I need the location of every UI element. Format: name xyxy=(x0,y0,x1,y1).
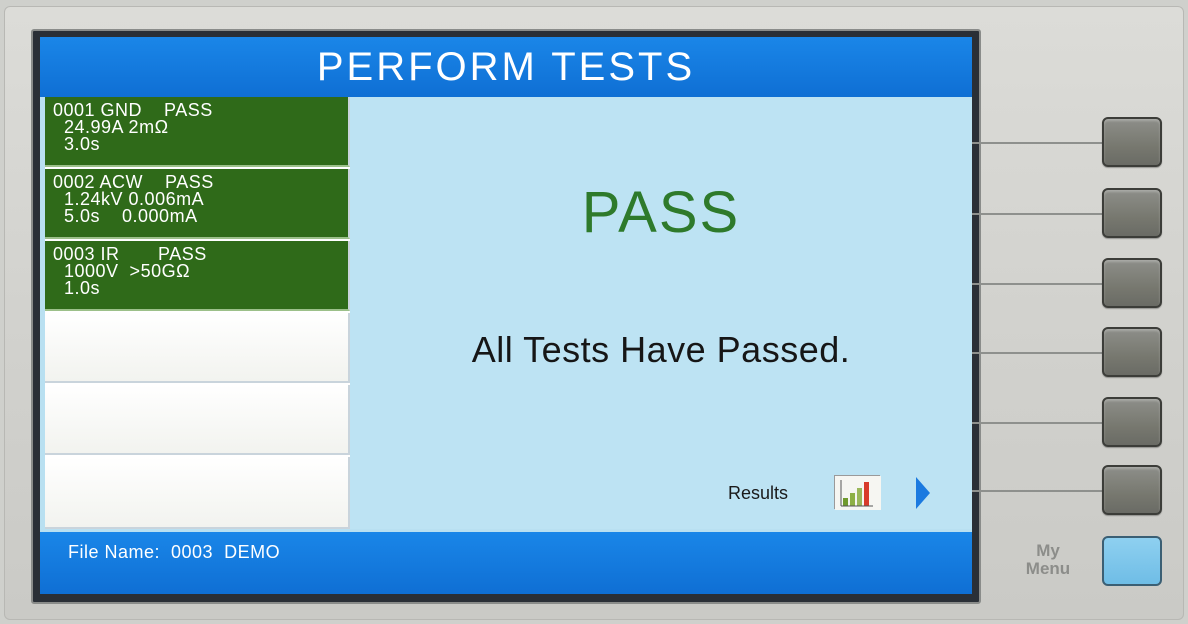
test-step-acw[interactable]: 0002 ACW PASS 1.24kV 0.006mA 5.0s 0.000m… xyxy=(45,169,350,239)
my-menu-button[interactable] xyxy=(1102,536,1162,586)
softkey-5[interactable] xyxy=(1102,397,1162,447)
softkey-1[interactable] xyxy=(1102,117,1162,167)
status-bar: File Name: 0003 DEMO xyxy=(40,532,972,594)
display-screen: PERFORM TESTS 0001 GND PASS 24.99A 2mΩ 3… xyxy=(40,37,972,594)
step-time: 3.0s xyxy=(53,134,101,154)
test-step-ir[interactable]: 0003 IR PASS 1000V >50GΩ 1.0s xyxy=(45,241,350,311)
bar-chart-icon[interactable] xyxy=(834,475,881,510)
softkey-3[interactable] xyxy=(1102,258,1162,308)
softkey-2[interactable] xyxy=(1102,188,1162,238)
step-time: 1.0s xyxy=(53,278,101,298)
softkey-6-line xyxy=(972,490,1104,492)
softkey-3-line xyxy=(972,283,1104,285)
empty-step-slot[interactable] xyxy=(45,457,350,529)
results-label: Results xyxy=(728,483,789,503)
softkey-4-line xyxy=(972,352,1104,354)
step-time: 5.0s 0.000mA xyxy=(53,206,198,226)
softkey-6[interactable] xyxy=(1102,465,1162,515)
result-message: All Tests Have Passed. xyxy=(471,329,851,370)
empty-step-slot[interactable] xyxy=(45,385,350,455)
my-menu-label: My Menu xyxy=(1025,541,1071,578)
overall-result-status: PASS xyxy=(581,180,741,245)
file-name-label: File Name: 0003 DEMO xyxy=(68,542,281,562)
right-arrow-icon[interactable] xyxy=(916,477,930,509)
empty-step-slot[interactable] xyxy=(45,313,350,383)
title-bar: PERFORM TESTS xyxy=(40,37,972,97)
page-title: PERFORM TESTS xyxy=(316,44,696,89)
softkey-5-line xyxy=(972,422,1104,424)
softkey-1-line xyxy=(972,142,1104,144)
result-area: PASS All Tests Have Passed. Results xyxy=(350,97,972,529)
softkey-2-line xyxy=(972,213,1104,215)
softkey-4[interactable] xyxy=(1102,327,1162,377)
test-step-gnd[interactable]: 0001 GND PASS 24.99A 2mΩ 3.0s xyxy=(45,97,350,167)
test-step-list: 0001 GND PASS 24.99A 2mΩ 3.0s 0002 ACW P… xyxy=(45,97,350,529)
